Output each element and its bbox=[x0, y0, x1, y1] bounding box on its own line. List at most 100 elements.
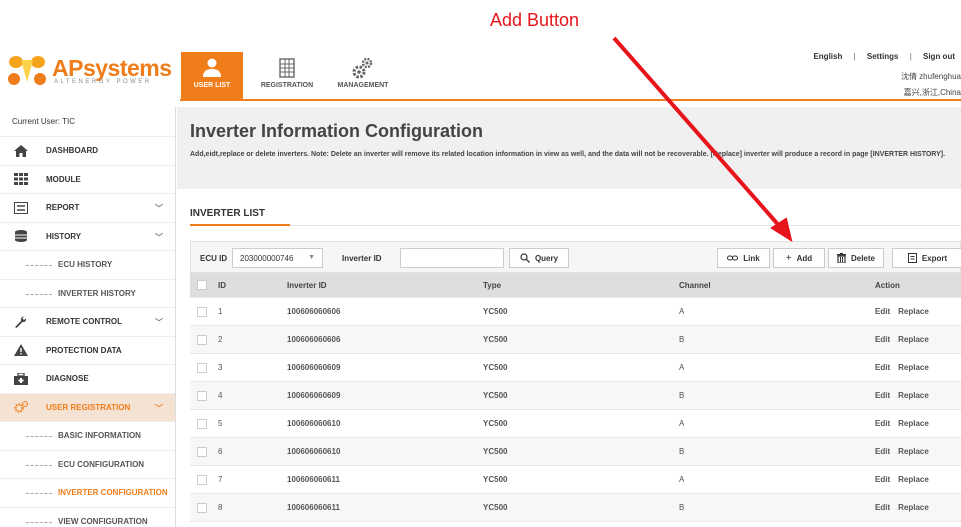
edit-link[interactable]: Edit bbox=[875, 391, 890, 400]
inverter-id-input[interactable] bbox=[400, 248, 504, 268]
cell-type: YC500 bbox=[483, 419, 508, 428]
tab-management[interactable]: MANAGEMENT bbox=[331, 52, 395, 99]
ecu-id-select[interactable]: 203000000746 ▼ bbox=[232, 248, 323, 268]
header: APsystems ALTENERGY POWER USER LIST REGI… bbox=[0, 0, 961, 107]
query-label: Query bbox=[534, 253, 559, 263]
link-button[interactable]: Link bbox=[717, 248, 770, 268]
top-links: English | Settings | Sign out bbox=[807, 52, 961, 61]
replace-link[interactable]: Replace bbox=[898, 503, 929, 512]
sidebar-item-user-registration[interactable]: USER REGISTRATION ﹀ bbox=[0, 393, 175, 422]
database-icon bbox=[15, 230, 27, 243]
settings-link[interactable]: Settings bbox=[867, 52, 899, 61]
row-checkbox-cell bbox=[190, 418, 214, 429]
tab-registration[interactable]: REGISTRATION bbox=[250, 52, 324, 99]
sidebar-item-history[interactable]: HISTORY ﹀ bbox=[0, 223, 175, 251]
tab-user-list[interactable]: USER LIST bbox=[181, 52, 243, 99]
replace-link[interactable]: Replace bbox=[898, 307, 929, 316]
edit-link[interactable]: Edit bbox=[875, 503, 890, 512]
replace-link[interactable]: Replace bbox=[898, 447, 929, 456]
brand-name: APsystems bbox=[52, 55, 172, 81]
sidebar-item-report[interactable]: REPORT ﹀ bbox=[0, 194, 175, 223]
replace-link[interactable]: Replace bbox=[898, 335, 929, 344]
ecu-id-value: 203000000746 bbox=[240, 254, 294, 263]
edit-link[interactable]: Edit bbox=[875, 363, 890, 372]
user-name: 沈倩 zhufenghua bbox=[900, 72, 961, 81]
main-content: Inverter Information Configuration Add,e… bbox=[177, 107, 961, 527]
sidebar-subitem-inverter-configuration[interactable]: INVERTER CONFIGURATION bbox=[0, 479, 175, 508]
row-checkbox-cell bbox=[190, 446, 214, 457]
table-row: 7 100606060611 YC500 A Edit Replace bbox=[190, 466, 961, 494]
cell-channel: B bbox=[679, 503, 685, 512]
cell-inverter-id: 100606060611 bbox=[287, 503, 340, 512]
cell-id: 5 bbox=[218, 419, 223, 428]
edit-link[interactable]: Edit bbox=[875, 475, 890, 484]
sidebar-item-label: PROTECTION DATA bbox=[46, 345, 122, 355]
logo-mark-icon bbox=[8, 56, 46, 85]
row-checkbox[interactable] bbox=[197, 474, 207, 485]
row-checkbox[interactable] bbox=[197, 306, 207, 317]
replace-link[interactable]: Replace bbox=[898, 419, 929, 428]
ecu-id-label: ECU ID bbox=[200, 254, 228, 263]
add-button[interactable]: + Add bbox=[773, 248, 825, 268]
sidebar-subitem-ecu-history[interactable]: ECU HISTORY bbox=[0, 251, 175, 280]
cell-action: Edit Replace bbox=[875, 363, 961, 372]
grid-icon bbox=[279, 58, 295, 78]
replace-link[interactable]: Replace bbox=[898, 475, 929, 484]
cell-type: YC500 bbox=[483, 363, 508, 372]
sidebar-subitem-ecu-configuration[interactable]: ECU CONFIGURATION bbox=[0, 451, 175, 479]
caret-down-icon: ▼ bbox=[308, 254, 315, 261]
row-checkbox-cell bbox=[190, 362, 214, 373]
sidebar-subitem-inverter-history[interactable]: INVERTER HISTORY bbox=[0, 280, 175, 308]
add-label: Add bbox=[796, 253, 813, 263]
row-checkbox[interactable] bbox=[197, 502, 207, 513]
sidebar-item-diagnose[interactable]: DIAGNOSE bbox=[0, 365, 175, 394]
edit-link[interactable]: Edit bbox=[875, 447, 890, 456]
chevron-down-icon: ﹀ bbox=[155, 232, 163, 242]
header-channel: Channel bbox=[679, 280, 711, 290]
select-all-checkbox[interactable] bbox=[197, 280, 207, 290]
sidebar-subitem-label: ECU CONFIGURATION bbox=[58, 459, 145, 469]
brand-logo[interactable]: APsystems ALTENERGY POWER bbox=[8, 52, 178, 92]
row-checkbox[interactable] bbox=[197, 334, 207, 345]
row-checkbox[interactable] bbox=[197, 418, 207, 429]
chevron-down-icon: ﹀ bbox=[155, 403, 163, 413]
replace-link[interactable]: Replace bbox=[898, 391, 929, 400]
sidebar-item-protection-data[interactable]: PROTECTION DATA bbox=[0, 337, 175, 365]
header-checkbox-cell bbox=[190, 280, 214, 290]
row-checkbox[interactable] bbox=[197, 362, 207, 373]
table-row: 3 100606060609 YC500 A Edit Replace bbox=[190, 354, 961, 382]
chevron-down-icon: ﹀ bbox=[155, 318, 163, 327]
sidebar-item-label: DASHBOARD bbox=[46, 146, 98, 156]
section-underline bbox=[190, 224, 290, 226]
sidebar-item-module[interactable]: MODULE bbox=[0, 166, 175, 194]
edit-link[interactable]: Edit bbox=[875, 335, 890, 344]
user-info: 沈倩 zhufenghua 嘉兴,浙江,China bbox=[901, 69, 961, 101]
cell-action: Edit Replace bbox=[875, 503, 961, 512]
cell-channel: A bbox=[679, 419, 685, 428]
row-checkbox[interactable] bbox=[197, 390, 207, 401]
replace-link[interactable]: Replace bbox=[898, 363, 929, 372]
header-id: ID bbox=[218, 280, 226, 290]
table-row: 2 100606060606 YC500 B Edit Replace bbox=[190, 326, 961, 354]
sidebar-subitem-label: ECU HISTORY bbox=[58, 260, 113, 270]
query-button[interactable]: Query bbox=[509, 248, 569, 268]
sidebar-item-dashboard[interactable]: DASHBOARD bbox=[0, 137, 175, 166]
sidebar-subitem-view-configuration[interactable]: VIEW CONFIGURATION bbox=[0, 508, 175, 527]
export-icon bbox=[907, 253, 917, 263]
edit-link[interactable]: Edit bbox=[875, 419, 890, 428]
cell-id: 2 bbox=[218, 335, 223, 344]
inverter-toolbar: ECU ID 203000000746 ▼ Inverter ID Query … bbox=[190, 241, 961, 273]
sidebar-item-remote-control[interactable]: REMOTE CONTROL ﹀ bbox=[0, 308, 175, 337]
cell-action: Edit Replace bbox=[875, 335, 961, 344]
row-checkbox[interactable] bbox=[197, 446, 207, 457]
cell-type: YC500 bbox=[483, 447, 508, 456]
language-link[interactable]: English bbox=[813, 52, 842, 61]
table-row: 1 100606060606 YC500 A Edit Replace bbox=[190, 298, 961, 326]
link-label: Link bbox=[743, 253, 760, 263]
export-button[interactable]: Export bbox=[892, 248, 961, 268]
sidebar-item-label: DIAGNOSE bbox=[46, 374, 89, 384]
delete-button[interactable]: Delete bbox=[828, 248, 884, 268]
signout-link[interactable]: Sign out bbox=[923, 52, 955, 61]
sidebar-subitem-basic-information[interactable]: BASIC INFORMATION bbox=[0, 422, 175, 451]
edit-link[interactable]: Edit bbox=[875, 307, 890, 316]
